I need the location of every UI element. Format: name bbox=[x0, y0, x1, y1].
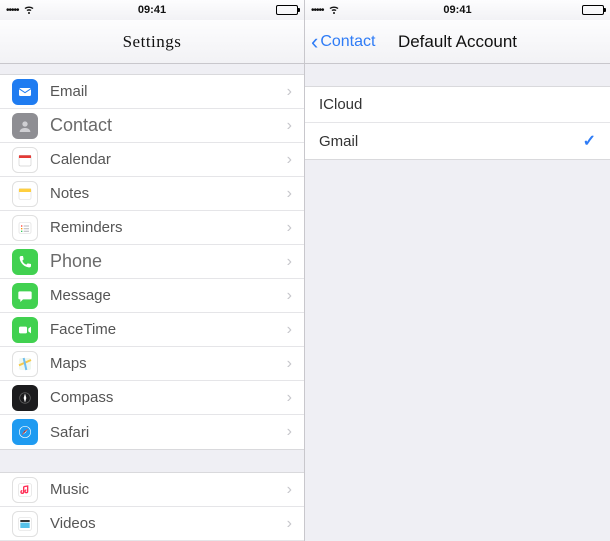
row-label: Phone bbox=[50, 251, 287, 272]
row-label: Compass bbox=[50, 389, 287, 406]
signal-dots-icon: ••••• bbox=[6, 5, 19, 16]
chevron-right-icon: › bbox=[287, 83, 292, 101]
chevron-right-icon: › bbox=[287, 253, 292, 271]
chevron-right-icon: › bbox=[287, 321, 292, 339]
compass-icon bbox=[12, 385, 38, 411]
settings-group: Email›Contact›Calendar›Notes›Reminders›P… bbox=[0, 74, 304, 450]
checkmark-icon: ✓ bbox=[583, 131, 596, 151]
settings-row-notes[interactable]: Notes› bbox=[0, 177, 304, 211]
account-row-gmail[interactable]: Gmail✓ bbox=[305, 123, 610, 159]
status-time: 09:41 bbox=[138, 4, 166, 16]
chevron-right-icon: › bbox=[287, 389, 292, 407]
wifi-icon bbox=[328, 3, 340, 18]
status-bar-left: ••••• 09:41 bbox=[0, 0, 304, 20]
row-label: Calendar bbox=[50, 151, 287, 168]
row-label: Email bbox=[50, 83, 287, 100]
calendar-icon bbox=[12, 147, 38, 173]
mail-icon bbox=[12, 79, 38, 105]
battery-icon bbox=[582, 5, 604, 15]
back-label: Contact bbox=[320, 33, 375, 51]
battery-icon bbox=[276, 5, 298, 15]
page-title-settings: Settings bbox=[123, 32, 182, 52]
chevron-right-icon: › bbox=[287, 423, 292, 441]
settings-row-calendar[interactable]: Calendar› bbox=[0, 143, 304, 177]
settings-row-safari[interactable]: Safari› bbox=[0, 415, 304, 449]
settings-row-contact[interactable]: Contact› bbox=[0, 109, 304, 143]
videos-icon bbox=[12, 511, 38, 537]
row-label: Notes bbox=[50, 185, 287, 202]
account-row-icloud[interactable]: ICloud bbox=[305, 87, 610, 123]
chevron-right-icon: › bbox=[287, 355, 292, 373]
chevron-right-icon: › bbox=[287, 151, 292, 169]
chevron-right-icon: › bbox=[287, 185, 292, 203]
safari-icon bbox=[12, 419, 38, 445]
chevron-right-icon: › bbox=[287, 515, 292, 533]
account-label: ICloud bbox=[319, 96, 596, 113]
phone-icon bbox=[12, 249, 38, 275]
settings-row-maps[interactable]: Maps› bbox=[0, 347, 304, 381]
row-label: Safari bbox=[50, 424, 287, 441]
row-label: Message bbox=[50, 287, 287, 304]
detail-navbar: ‹ Contact Default Account bbox=[305, 20, 610, 64]
chevron-left-icon: ‹ bbox=[311, 31, 318, 53]
row-label: Reminders bbox=[50, 219, 287, 236]
account-label: Gmail bbox=[319, 133, 583, 150]
accounts-list: ICloud Gmail✓ bbox=[305, 86, 610, 160]
chevron-right-icon: › bbox=[287, 287, 292, 305]
reminders-icon bbox=[12, 215, 38, 241]
settings-row-email[interactable]: Email› bbox=[0, 75, 304, 109]
notes-icon bbox=[12, 181, 38, 207]
chevron-right-icon: › bbox=[287, 219, 292, 237]
chevron-right-icon: › bbox=[287, 117, 292, 135]
row-label: Contact bbox=[50, 115, 287, 136]
settings-pane: ••••• 09:41 Settings Email›Contact›Calen… bbox=[0, 0, 305, 541]
back-button[interactable]: ‹ Contact bbox=[311, 20, 375, 63]
settings-navbar: Settings bbox=[0, 20, 304, 64]
contact-icon bbox=[12, 113, 38, 139]
row-label: Videos bbox=[50, 515, 287, 532]
detail-pane: ••••• 09:41 ‹ Contact Default Account IC… bbox=[305, 0, 610, 541]
settings-group: Music›Videos›Photo And Camera› bbox=[0, 472, 304, 541]
settings-row-message[interactable]: Message› bbox=[0, 279, 304, 313]
settings-row-compass[interactable]: Compass› bbox=[0, 381, 304, 415]
settings-row-videos[interactable]: Videos› bbox=[0, 507, 304, 541]
row-label: Maps bbox=[50, 355, 287, 372]
page-title-default-account: Default Account bbox=[398, 32, 517, 52]
wifi-icon bbox=[23, 3, 35, 18]
row-label: Music bbox=[50, 481, 287, 498]
status-bar-right: ••••• 09:41 bbox=[305, 0, 610, 20]
settings-row-phone[interactable]: Phone› bbox=[0, 245, 304, 279]
maps-icon bbox=[12, 351, 38, 377]
settings-row-facetime[interactable]: FaceTime› bbox=[0, 313, 304, 347]
settings-list[interactable]: Email›Contact›Calendar›Notes›Reminders›P… bbox=[0, 64, 304, 541]
message-icon bbox=[12, 283, 38, 309]
chevron-right-icon: › bbox=[287, 481, 292, 499]
settings-row-reminders[interactable]: Reminders› bbox=[0, 211, 304, 245]
signal-dots-icon: ••••• bbox=[311, 5, 324, 16]
settings-row-music[interactable]: Music› bbox=[0, 473, 304, 507]
row-label: FaceTime bbox=[50, 321, 287, 338]
music-icon bbox=[12, 477, 38, 503]
facetime-icon bbox=[12, 317, 38, 343]
status-time: 09:41 bbox=[443, 4, 471, 16]
